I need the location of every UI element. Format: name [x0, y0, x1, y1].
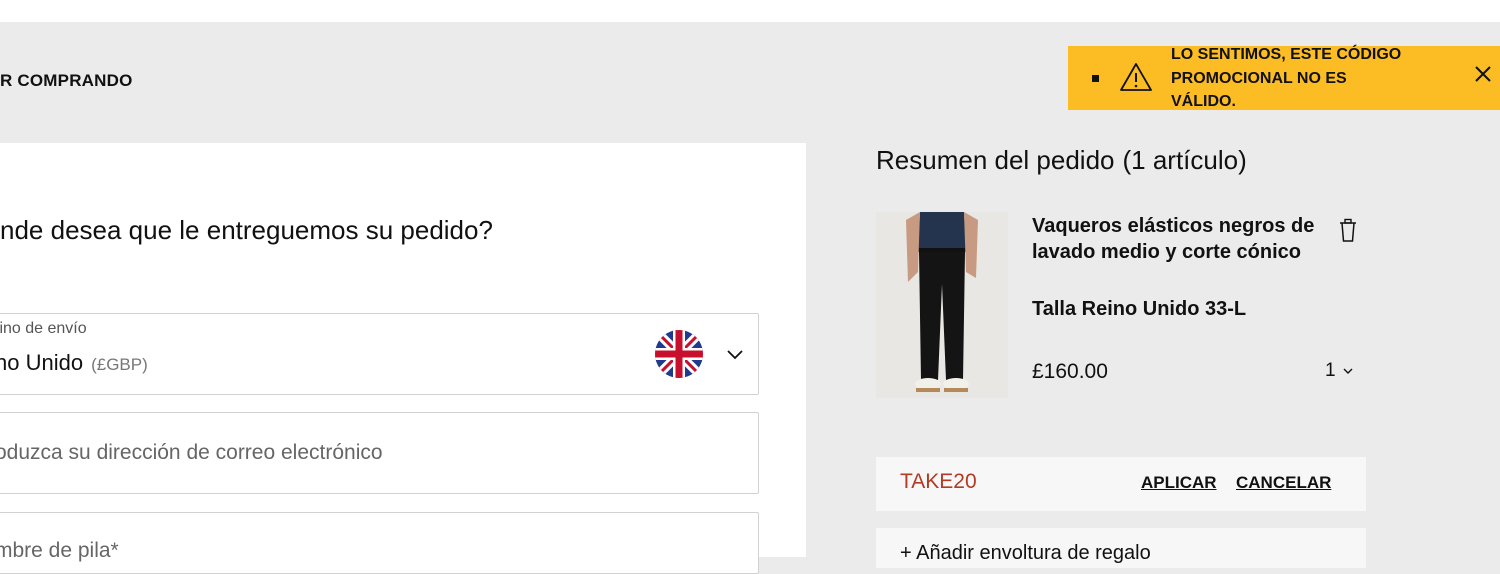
apply-promo-button[interactable]: APLICAR [1141, 473, 1217, 493]
quantity-value: 1 [1325, 360, 1336, 381]
quantity-select[interactable]: 1 [1325, 360, 1354, 382]
order-item-count: (1 artículo) [1122, 145, 1247, 175]
first-name-placeholder: mbre de pila* [0, 539, 119, 562]
first-name-field[interactable]: mbre de pila* [0, 512, 759, 574]
delivery-form-panel: nde desea que le entreguemos su pedido? … [0, 143, 806, 574]
email-field[interactable]: oduzca su dirección de correo electrónic… [0, 412, 759, 494]
close-icon[interactable] [1472, 63, 1494, 85]
uk-flag-icon [655, 330, 703, 378]
product-size: Talla Reino Unido 33-L [1032, 298, 1247, 320]
order-summary-title: Resumen del pedido (1 artículo) [876, 145, 1247, 176]
cancel-promo-button[interactable]: CANCELAR [1236, 473, 1331, 493]
order-summary-heading: Resumen del pedido [876, 145, 1115, 175]
promo-code-value[interactable]: TAKE20 [900, 470, 977, 494]
currency-label: (£GBP) [91, 355, 148, 374]
chevron-down-icon [1343, 368, 1353, 374]
shipping-country-value: no Unido (£GBP) [0, 350, 148, 376]
product-image[interactable] [876, 212, 1008, 398]
toast-message: LO SENTIMOS, ESTE CÓDIGO PROMOCIONAL NO … [1171, 46, 1402, 110]
continue-shopping-link[interactable]: R COMPRANDO [0, 71, 133, 91]
bullet-marker [1092, 75, 1099, 82]
email-placeholder: oduzca su dirección de correo electrónic… [0, 441, 383, 464]
shipping-country-label: tino de envío [0, 320, 87, 337]
product-price: £160.00 [1032, 360, 1108, 383]
chevron-down-icon[interactable] [725, 344, 745, 364]
promo-code-box: TAKE20 APLICAR CANCELAR [876, 457, 1366, 511]
top-bar [0, 0, 1500, 22]
delivery-question-title: nde desea que le entreguemos su pedido? [0, 215, 493, 245]
warning-icon [1120, 63, 1152, 91]
shipping-country-select[interactable]: tino de envío no Unido (£GBP) [0, 313, 759, 395]
product-name[interactable]: Vaqueros elásticos negros de lavado medi… [1032, 213, 1322, 265]
promo-error-toast: LO SENTIMOS, ESTE CÓDIGO PROMOCIONAL NO … [1068, 46, 1500, 110]
gift-wrap-label: + Añadir envoltura de regalo [900, 542, 1151, 564]
trash-icon[interactable] [1337, 217, 1359, 243]
gift-wrap-option[interactable]: + Añadir envoltura de regalo [876, 528, 1366, 568]
country-name: no Unido [0, 350, 84, 375]
